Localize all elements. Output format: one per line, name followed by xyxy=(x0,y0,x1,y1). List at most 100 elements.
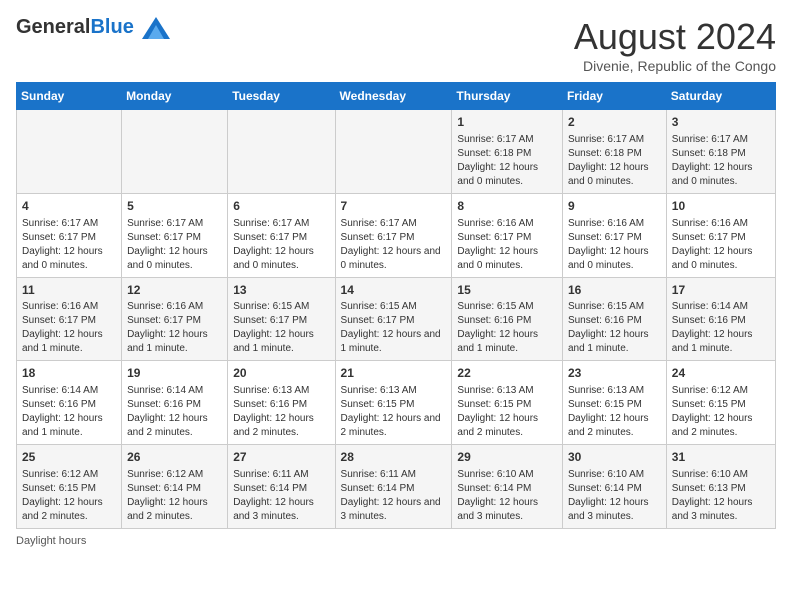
table-row: 19 Sunrise: 6:14 AM Sunset: 6:16 PM Dayli… xyxy=(122,361,228,445)
day-number: 9 xyxy=(568,198,661,215)
day-info: Sunrise: 6:15 AM Sunset: 6:16 PM Dayligh… xyxy=(568,300,661,356)
table-row: 21 Sunrise: 6:13 AM Sunset: 6:15 PM Dayli… xyxy=(335,361,452,445)
day-number: 10 xyxy=(672,198,770,215)
col-tuesday: Tuesday xyxy=(228,83,335,110)
day-number: 21 xyxy=(341,365,447,382)
table-row xyxy=(122,110,228,194)
day-info: Sunrise: 6:11 AM Sunset: 6:14 PM Dayligh… xyxy=(341,468,447,524)
table-row: 16Sunrise: 6:15 AM Sunset: 6:16 PM Dayli… xyxy=(562,277,666,361)
day-info: Sunrise: 6:12 AM Sunset: 6:15 PM Dayligh… xyxy=(22,468,116,524)
day-number: 31 xyxy=(672,449,770,466)
col-thursday: Thursday xyxy=(452,83,563,110)
calendar-header-row: Sunday Monday Tuesday Wednesday Thursday… xyxy=(17,83,776,110)
day-number: 26 xyxy=(127,449,222,466)
day-number: 28 xyxy=(341,449,447,466)
col-sunday: Sunday xyxy=(17,83,122,110)
day-info: Sunrise: 6:17 AM Sunset: 6:18 PM Dayligh… xyxy=(568,133,661,189)
day-number: 1 xyxy=(457,114,557,131)
table-row: 26 Sunrise: 6:12 AM Sunset: 6:14 PM Dayli… xyxy=(122,445,228,529)
table-row: 7 Sunrise: 6:17 AM Sunset: 6:17 PM Daylig… xyxy=(335,193,452,277)
day-number: 30 xyxy=(568,449,661,466)
table-row: 23Sunrise: 6:13 AM Sunset: 6:15 PM Dayli… xyxy=(562,361,666,445)
day-number: 25 xyxy=(22,449,116,466)
day-info: Sunrise: 6:15 AM Sunset: 6:17 PM Dayligh… xyxy=(233,300,329,356)
calendar-week-row: 4 Sunrise: 6:17 AM Sunset: 6:17 PM Daylig… xyxy=(17,193,776,277)
day-number: 24 xyxy=(672,365,770,382)
table-row: 20Sunrise: 6:13 AM Sunset: 6:16 PM Dayli… xyxy=(228,361,335,445)
table-row: 24 Sunrise: 6:12 AM Sunset: 6:15 PM Dayli… xyxy=(666,361,775,445)
col-saturday: Saturday xyxy=(666,83,775,110)
table-row: 8Sunrise: 6:16 AM Sunset: 6:17 PM Daylig… xyxy=(452,193,563,277)
day-number: 17 xyxy=(672,282,770,299)
table-row: 17Sunrise: 6:14 AM Sunset: 6:16 PM Dayli… xyxy=(666,277,775,361)
table-row: 3Sunrise: 6:17 AM Sunset: 6:18 PM Daylig… xyxy=(666,110,775,194)
calendar-subtitle: Divenie, Republic of the Congo xyxy=(574,58,776,74)
logo-general: General xyxy=(16,16,90,38)
day-number: 11 xyxy=(22,282,116,299)
table-row: 30 Sunrise: 6:10 AM Sunset: 6:14 PM Dayli… xyxy=(562,445,666,529)
table-row: 12Sunrise: 6:16 AM Sunset: 6:17 PM Dayli… xyxy=(122,277,228,361)
calendar-title: August 2024 xyxy=(574,16,776,58)
day-info: Sunrise: 6:13 AM Sunset: 6:15 PM Dayligh… xyxy=(341,384,447,440)
table-row: 22 Sunrise: 6:13 AM Sunset: 6:15 PM Dayli… xyxy=(452,361,563,445)
day-number: 14 xyxy=(341,282,447,299)
day-info: Sunrise: 6:11 AM Sunset: 6:14 PM Dayligh… xyxy=(233,468,329,524)
col-friday: Friday xyxy=(562,83,666,110)
day-number: 29 xyxy=(457,449,557,466)
page-header: GeneralBlue August 2024 Divenie, Republi… xyxy=(16,16,776,74)
day-info: Sunrise: 6:16 AM Sunset: 6:17 PM Dayligh… xyxy=(568,217,661,273)
day-info: Sunrise: 6:17 AM Sunset: 6:17 PM Dayligh… xyxy=(22,217,116,273)
day-number: 19 xyxy=(127,365,222,382)
day-info: Sunrise: 6:13 AM Sunset: 6:16 PM Dayligh… xyxy=(233,384,329,440)
day-info: Sunrise: 6:17 AM Sunset: 6:18 PM Dayligh… xyxy=(457,133,557,189)
day-number: 12 xyxy=(127,282,222,299)
table-row: 1 Sunrise: 6:17 AM Sunset: 6:18 PM Daylig… xyxy=(452,110,563,194)
logo-blue: Blue xyxy=(90,16,133,38)
table-row: 2 Sunrise: 6:17 AM Sunset: 6:18 PM Daylig… xyxy=(562,110,666,194)
day-info: Sunrise: 6:15 AM Sunset: 6:16 PM Dayligh… xyxy=(457,300,557,356)
day-number: 22 xyxy=(457,365,557,382)
calendar-week-row: 1 Sunrise: 6:17 AM Sunset: 6:18 PM Daylig… xyxy=(17,110,776,194)
footer: Daylight hours xyxy=(16,535,776,547)
day-info: Sunrise: 6:15 AM Sunset: 6:17 PM Dayligh… xyxy=(341,300,447,356)
day-info: Sunrise: 6:14 AM Sunset: 6:16 PM Dayligh… xyxy=(672,300,770,356)
table-row: 5 Sunrise: 6:17 AM Sunset: 6:17 PM Daylig… xyxy=(122,193,228,277)
day-number: 7 xyxy=(341,198,447,215)
table-row: 10 Sunrise: 6:16 AM Sunset: 6:17 PM Dayli… xyxy=(666,193,775,277)
day-number: 2 xyxy=(568,114,661,131)
calendar-week-row: 11Sunrise: 6:16 AM Sunset: 6:17 PM Dayli… xyxy=(17,277,776,361)
table-row: 13Sunrise: 6:15 AM Sunset: 6:17 PM Dayli… xyxy=(228,277,335,361)
day-info: Sunrise: 6:13 AM Sunset: 6:15 PM Dayligh… xyxy=(457,384,557,440)
table-row: 31Sunrise: 6:10 AM Sunset: 6:13 PM Dayli… xyxy=(666,445,775,529)
day-number: 16 xyxy=(568,282,661,299)
table-row xyxy=(228,110,335,194)
table-row: 25 Sunrise: 6:12 AM Sunset: 6:15 PM Dayli… xyxy=(17,445,122,529)
day-info: Sunrise: 6:10 AM Sunset: 6:14 PM Dayligh… xyxy=(568,468,661,524)
day-info: Sunrise: 6:10 AM Sunset: 6:14 PM Dayligh… xyxy=(457,468,557,524)
day-number: 5 xyxy=(127,198,222,215)
col-wednesday: Wednesday xyxy=(335,83,452,110)
day-info: Sunrise: 6:17 AM Sunset: 6:17 PM Dayligh… xyxy=(233,217,329,273)
logo-text: GeneralBlue xyxy=(16,16,170,39)
day-info: Sunrise: 6:17 AM Sunset: 6:17 PM Dayligh… xyxy=(341,217,447,273)
day-number: 18 xyxy=(22,365,116,382)
day-info: Sunrise: 6:12 AM Sunset: 6:15 PM Dayligh… xyxy=(672,384,770,440)
table-row xyxy=(17,110,122,194)
day-info: Sunrise: 6:12 AM Sunset: 6:14 PM Dayligh… xyxy=(127,468,222,524)
table-row: 6Sunrise: 6:17 AM Sunset: 6:17 PM Daylig… xyxy=(228,193,335,277)
calendar-table: Sunday Monday Tuesday Wednesday Thursday… xyxy=(16,82,776,529)
day-info: Sunrise: 6:16 AM Sunset: 6:17 PM Dayligh… xyxy=(672,217,770,273)
table-row: 4 Sunrise: 6:17 AM Sunset: 6:17 PM Daylig… xyxy=(17,193,122,277)
table-row: 15Sunrise: 6:15 AM Sunset: 6:16 PM Dayli… xyxy=(452,277,563,361)
table-row: 27Sunrise: 6:11 AM Sunset: 6:14 PM Dayli… xyxy=(228,445,335,529)
day-info: Sunrise: 6:14 AM Sunset: 6:16 PM Dayligh… xyxy=(22,384,116,440)
table-row: 14Sunrise: 6:15 AM Sunset: 6:17 PM Dayli… xyxy=(335,277,452,361)
daylight-label: Daylight hours xyxy=(16,535,86,547)
day-number: 8 xyxy=(457,198,557,215)
day-info: Sunrise: 6:14 AM Sunset: 6:16 PM Dayligh… xyxy=(127,384,222,440)
calendar-week-row: 25 Sunrise: 6:12 AM Sunset: 6:15 PM Dayli… xyxy=(17,445,776,529)
day-number: 4 xyxy=(22,198,116,215)
day-info: Sunrise: 6:17 AM Sunset: 6:18 PM Dayligh… xyxy=(672,133,770,189)
day-info: Sunrise: 6:17 AM Sunset: 6:17 PM Dayligh… xyxy=(127,217,222,273)
day-number: 15 xyxy=(457,282,557,299)
